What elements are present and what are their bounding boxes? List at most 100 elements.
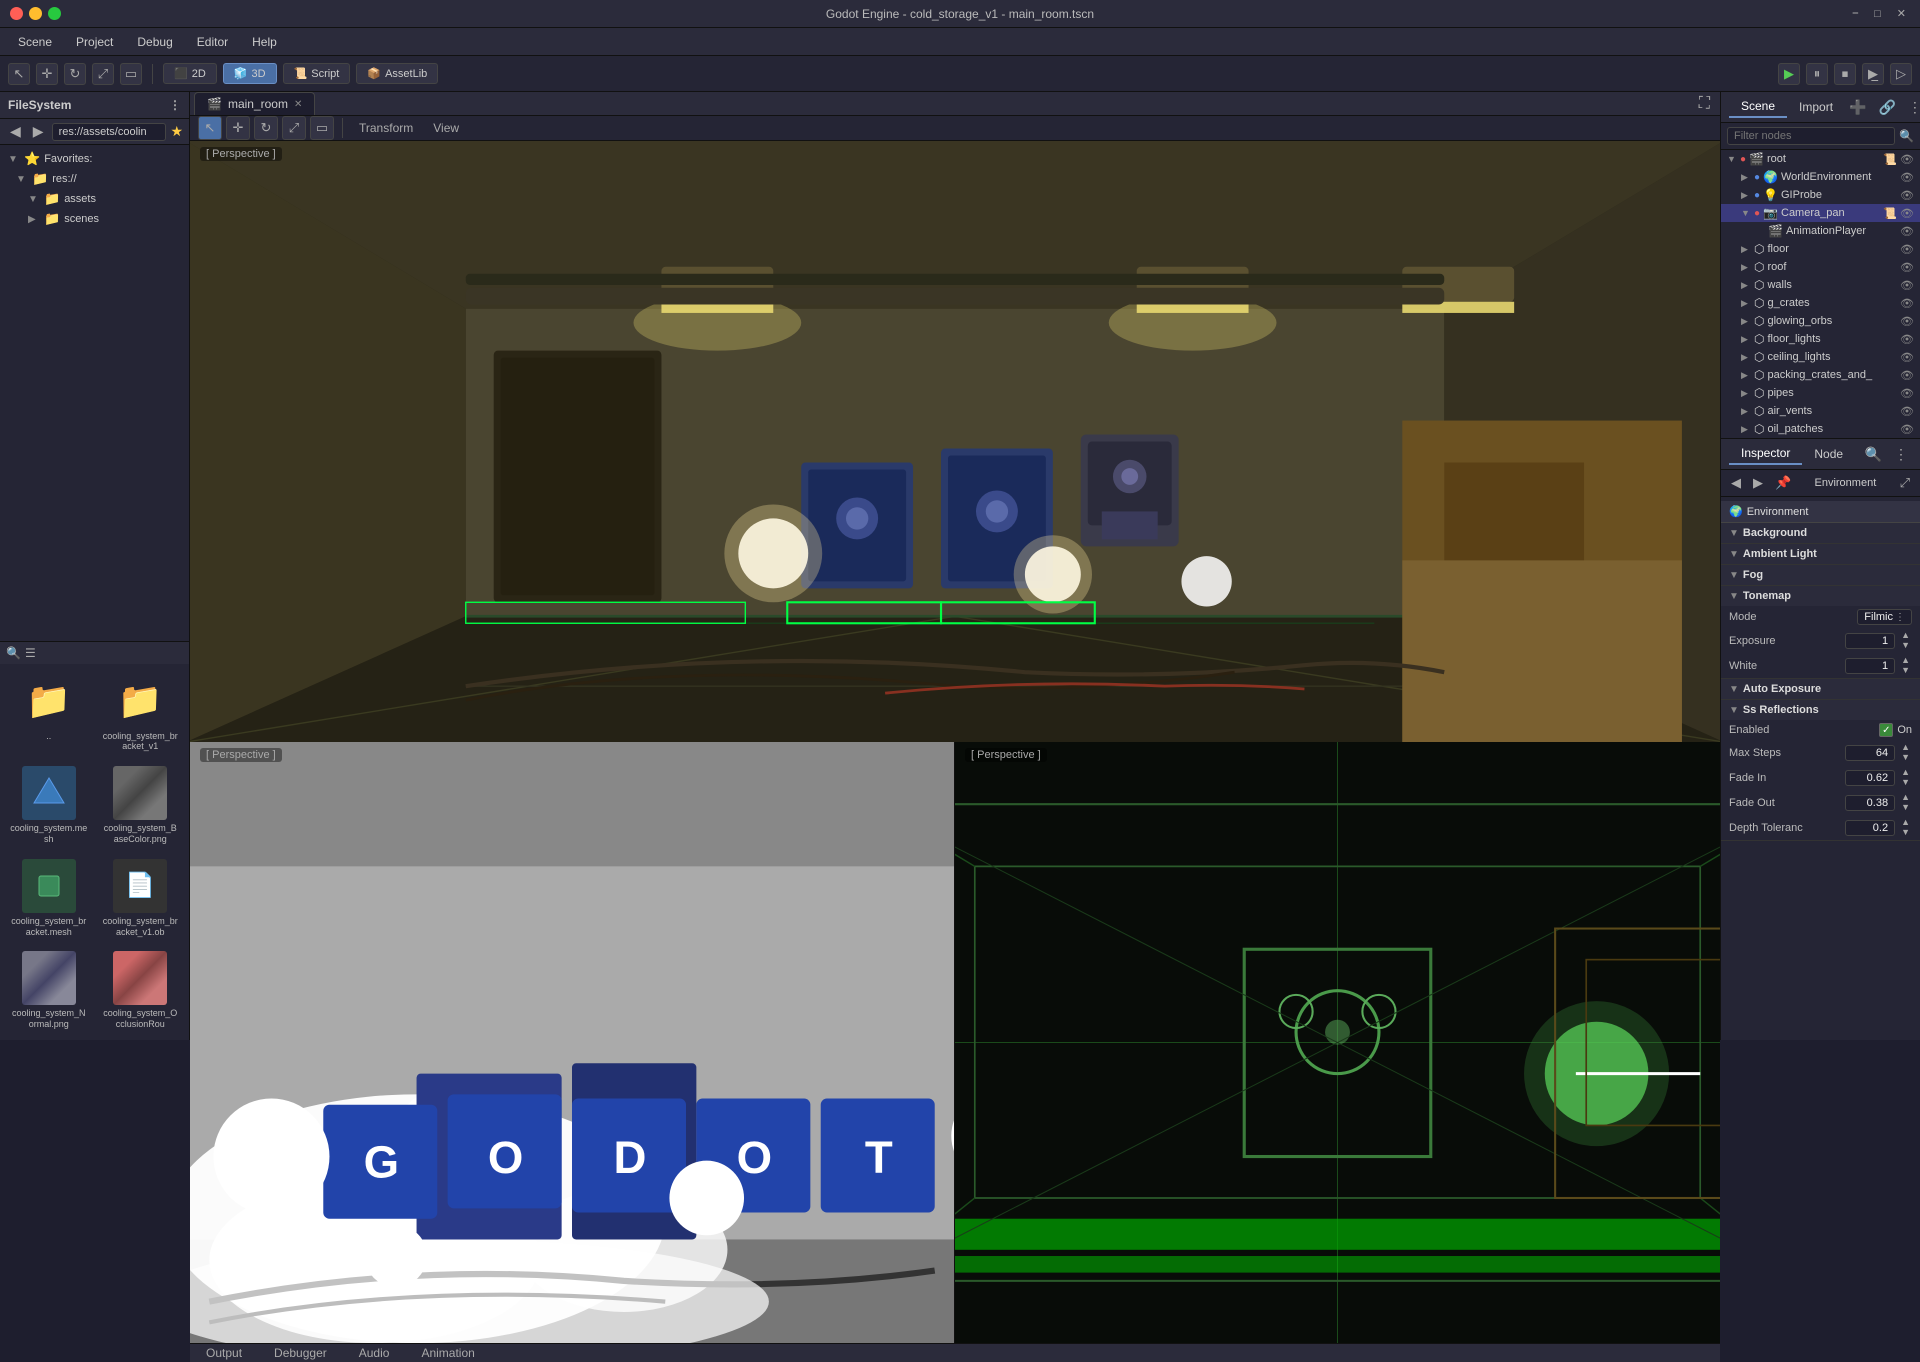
tab-main-room[interactable]: 🎬 main_room ✕ <box>194 92 315 115</box>
node-vis-worldenv[interactable]: 👁 <box>1900 171 1914 184</box>
menu-editor[interactable]: Editor <box>187 32 238 52</box>
tonemap-exposure-stepper[interactable]: ▲ ▼ <box>1899 631 1912 650</box>
titlebar-close-icon[interactable]: ✕ <box>1891 5 1912 22</box>
exposure-step-up[interactable]: ▲ <box>1899 631 1912 640</box>
node-vis-airvents[interactable]: 👁 <box>1900 405 1914 418</box>
ssr-fadein-stepper[interactable]: ▲ ▼ <box>1899 768 1912 787</box>
inspector-history-prev[interactable]: ◀ <box>1727 473 1745 493</box>
transform-label[interactable]: Transform <box>351 121 421 135</box>
scene-node-floor[interactable]: ▶ ⬡ floor 👁 <box>1721 240 1920 258</box>
nav-favorite-button[interactable]: ★ <box>170 123 183 140</box>
menu-scene[interactable]: Scene <box>8 32 62 52</box>
section-header-fog[interactable]: ▼ Fog <box>1721 565 1920 585</box>
node-vis-gcrates[interactable]: 👁 <box>1900 297 1914 310</box>
fadeout-step-down[interactable]: ▼ <box>1899 803 1912 812</box>
add-node-button[interactable]: ➕ <box>1845 98 1870 117</box>
section-header-background[interactable]: ▼ Background <box>1721 523 1920 543</box>
nav-back-button[interactable]: ◀ <box>6 122 25 141</box>
file-item-bracket-folder[interactable]: 📁 cooling_system_bracket_v1 <box>98 670 184 757</box>
ssr-fadeout-stepper[interactable]: ▲ ▼ <box>1899 793 1912 812</box>
play-custom-button[interactable]: ▷ <box>1890 63 1912 85</box>
mode-3d-button[interactable]: 🧊 3D <box>223 63 277 84</box>
depthtol-step-up[interactable]: ▲ <box>1899 818 1912 827</box>
viewport-bottom-left[interactable]: G O D O T [ Pe <box>190 742 955 1343</box>
scene-node-pipes[interactable]: ▶ ⬡ pipes 👁 <box>1721 384 1920 402</box>
ssr-maxsteps-stepper[interactable]: ▲ ▼ <box>1899 743 1912 762</box>
scene-node-animplayer[interactable]: 🎬 AnimationPlayer 👁 <box>1721 222 1920 240</box>
scene-node-ceilinglights[interactable]: ▶ ⬡ ceiling_lights 👁 <box>1721 348 1920 366</box>
menu-project[interactable]: Project <box>66 32 123 52</box>
tab-close-button[interactable]: ✕ <box>294 99 302 110</box>
titlebar-restore-icon[interactable]: □ <box>1868 6 1887 22</box>
scene-node-oilpatches[interactable]: ▶ ⬡ oil_patches 👁 <box>1721 420 1920 438</box>
scene-node-worldenv[interactable]: ▶ ● 🌍 WorldEnvironment 👁 <box>1721 168 1920 186</box>
bottom-tab-debugger[interactable]: Debugger <box>268 1344 333 1362</box>
ssr-maxsteps-value[interactable]: 64 <box>1845 745 1895 761</box>
node-vis-root[interactable]: 👁 <box>1900 153 1914 166</box>
section-header-autoexposure[interactable]: ▼ Auto Exposure <box>1721 679 1920 699</box>
maxsteps-step-up[interactable]: ▲ <box>1899 743 1912 752</box>
file-item-normal[interactable]: cooling_system_Normal.png <box>6 947 92 1034</box>
fadein-step-down[interactable]: ▼ <box>1899 778 1912 787</box>
toolbar-scale-tool[interactable]: ⤢ <box>92 63 114 85</box>
node-vis-floorlights[interactable]: 👁 <box>1900 333 1914 346</box>
section-header-tonemap[interactable]: ▼ Tonemap <box>1721 586 1920 606</box>
scene-node-packingcrates[interactable]: ▶ ⬡ packing_crates_and_ 👁 <box>1721 366 1920 384</box>
bottom-tab-output[interactable]: Output <box>200 1344 248 1362</box>
node-vis-oilpatches[interactable]: 👁 <box>1900 423 1914 436</box>
tab-node[interactable]: Node <box>1802 444 1855 464</box>
scene-menu-button[interactable]: ⋮ <box>1904 98 1920 117</box>
script-button[interactable]: 📜 Script <box>283 63 351 84</box>
link-node-button[interactable]: 🔗 <box>1874 98 1899 117</box>
fadeout-step-up[interactable]: ▲ <box>1899 793 1912 802</box>
tool-select[interactable]: ↖ <box>198 116 222 140</box>
tool-rotate[interactable]: ↻ <box>254 116 278 140</box>
toolbar-rotate-tool[interactable]: ↻ <box>64 63 86 85</box>
tab-inspector[interactable]: Inspector <box>1729 443 1802 465</box>
toolbar-move-tool[interactable]: ✛ <box>36 63 58 85</box>
viewport-bottom-right[interactable]: [ Perspective ] <box>955 742 1720 1343</box>
scene-node-camerapan[interactable]: ▼ ● 📷 Camera_pan 📜 👁 <box>1721 204 1920 222</box>
play-button[interactable]: ▶ <box>1778 63 1800 85</box>
scene-search-input[interactable] <box>1727 127 1895 145</box>
menu-debug[interactable]: Debug <box>127 32 182 52</box>
node-vis-glowingorbs[interactable]: 👁 <box>1900 315 1914 328</box>
minimize-button[interactable] <box>29 7 42 20</box>
tool-scale[interactable]: ⤢ <box>282 116 306 140</box>
node-vis-roof[interactable]: 👁 <box>1900 261 1914 274</box>
mode-2d-button[interactable]: ⬛ 2D <box>163 63 217 84</box>
tree-item-res[interactable]: ▼ 📁 res:// <box>0 169 189 189</box>
menu-help[interactable]: Help <box>242 32 287 52</box>
file-item-obj[interactable]: 📄 cooling_system_bracket_v1.ob <box>98 855 184 942</box>
tonemap-white-value[interactable]: 1 <box>1845 658 1895 674</box>
scene-node-roof[interactable]: ▶ ⬡ roof 👁 <box>1721 258 1920 276</box>
tree-item-scenes[interactable]: ▶ 📁 scenes <box>0 209 189 229</box>
ssr-checkbox-box[interactable]: ✓ <box>1879 723 1893 737</box>
inspector-options-icon[interactable]: ⋮ <box>1890 445 1912 464</box>
toolbar-rect-tool[interactable]: ▭ <box>120 63 142 85</box>
node-vis-ceilinglights[interactable]: 👁 <box>1900 351 1914 364</box>
node-vis-giprobe[interactable]: 👁 <box>1900 189 1914 202</box>
scene-search-icon[interactable]: 🔍 <box>1899 129 1914 143</box>
tonemap-white-stepper[interactable]: ▲ ▼ <box>1899 656 1912 675</box>
node-vis-camerapan[interactable]: 👁 <box>1900 207 1914 220</box>
ssr-depthtol-stepper[interactable]: ▲ ▼ <box>1899 818 1912 837</box>
list-view-icon[interactable]: ☰ <box>25 646 36 660</box>
scene-node-giprobe[interactable]: ▶ ● 💡 GIProbe 👁 <box>1721 186 1920 204</box>
scene-node-gcrates[interactable]: ▶ ⬡ g_crates 👁 <box>1721 294 1920 312</box>
tab-import[interactable]: Import <box>1787 97 1845 117</box>
node-vis-packingcrates[interactable]: 👁 <box>1900 369 1914 382</box>
viewport-top[interactable]: [ Perspective ] <box>190 141 1720 742</box>
stop-button[interactable]: ⏹ <box>1834 63 1856 85</box>
filesystem-menu-icon[interactable]: ⋮ <box>169 98 181 112</box>
node-vis-floor[interactable]: 👁 <box>1900 243 1914 256</box>
inspector-search-icon[interactable]: 🔍 <box>1861 445 1886 464</box>
scene-node-floorlights[interactable]: ▶ ⬡ floor_lights 👁 <box>1721 330 1920 348</box>
white-step-down[interactable]: ▼ <box>1899 666 1912 675</box>
ssr-enabled-checkbox[interactable]: ✓ On <box>1879 723 1912 737</box>
file-item-bracket-mesh[interactable]: cooling_system_bracket.mesh <box>6 855 92 942</box>
ssr-depthtol-value[interactable]: 0.2 <box>1845 820 1895 836</box>
maxsteps-step-down[interactable]: ▼ <box>1899 753 1912 762</box>
node-vis-walls[interactable]: 👁 <box>1900 279 1914 292</box>
inspector-history-next[interactable]: ▶ <box>1749 473 1767 493</box>
